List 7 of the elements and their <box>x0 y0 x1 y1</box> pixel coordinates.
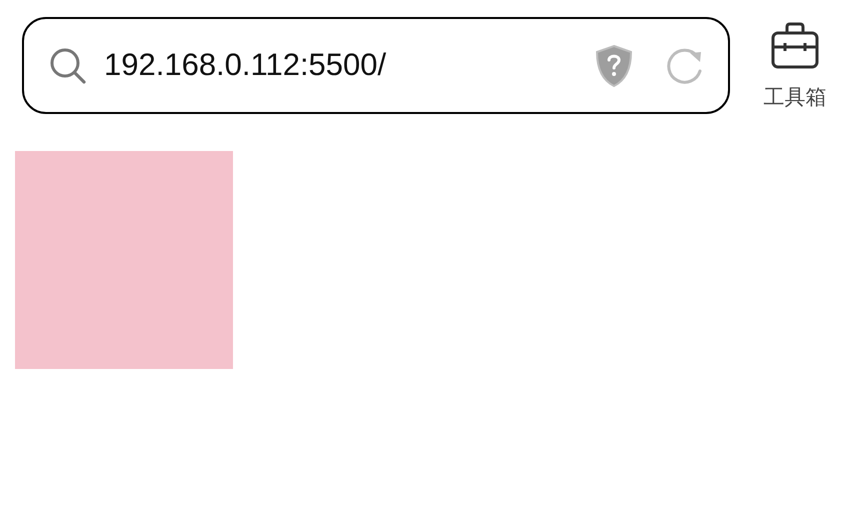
toolbox-label: 工具箱 <box>764 85 826 111</box>
toolbox-button[interactable]: 工具箱 <box>760 17 830 114</box>
search-icon <box>48 46 88 86</box>
toolbox-icon <box>770 20 820 70</box>
shield-question-icon[interactable] <box>594 44 634 88</box>
url-text: 192.168.0.112:5500/ <box>104 46 386 84</box>
address-bar[interactable]: 192.168.0.112:5500/ <box>22 17 730 114</box>
